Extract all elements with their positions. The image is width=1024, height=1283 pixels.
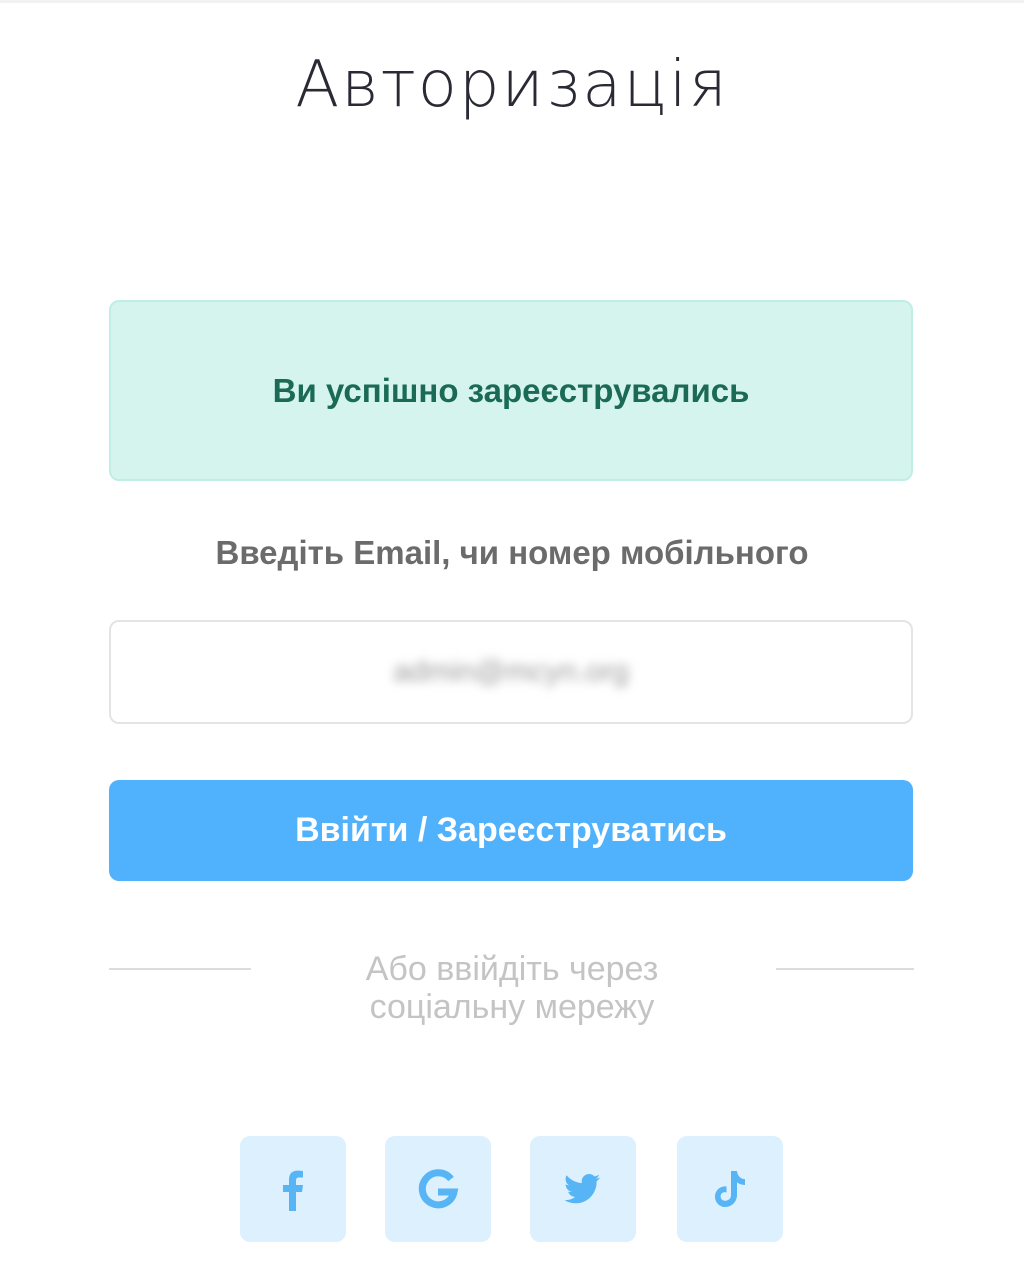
auth-page: Авторизація Ви успішно зареєструвались В… [0, 0, 1024, 1283]
twitter-login-button[interactable] [530, 1136, 636, 1242]
google-login-button[interactable] [385, 1136, 491, 1242]
facebook-icon [273, 1167, 313, 1211]
divider-line-left [109, 968, 251, 970]
social-divider-text: Або ввійдіть через соціальну мережу [365, 950, 659, 1026]
divider-line-right [776, 968, 914, 970]
google-icon [415, 1166, 461, 1212]
top-divider [0, 0, 1024, 3]
email-field[interactable]: admin@mcyn.org [109, 620, 913, 724]
facebook-login-button[interactable] [240, 1136, 346, 1242]
twitter-icon [565, 1174, 601, 1204]
tiktok-login-button[interactable] [677, 1136, 783, 1242]
login-register-button[interactable]: Ввійти / Зареєструватись [109, 780, 913, 881]
tiktok-icon [712, 1169, 748, 1209]
success-message: Ви успішно зареєструвались [272, 371, 750, 409]
email-field-label: Введіть Email, чи номер мобільного [215, 534, 809, 571]
email-field-value[interactable]: admin@mcyn.org [393, 655, 629, 689]
page-title: Авторизація [295, 48, 729, 122]
success-alert: Ви успішно зареєструвались [109, 300, 913, 481]
